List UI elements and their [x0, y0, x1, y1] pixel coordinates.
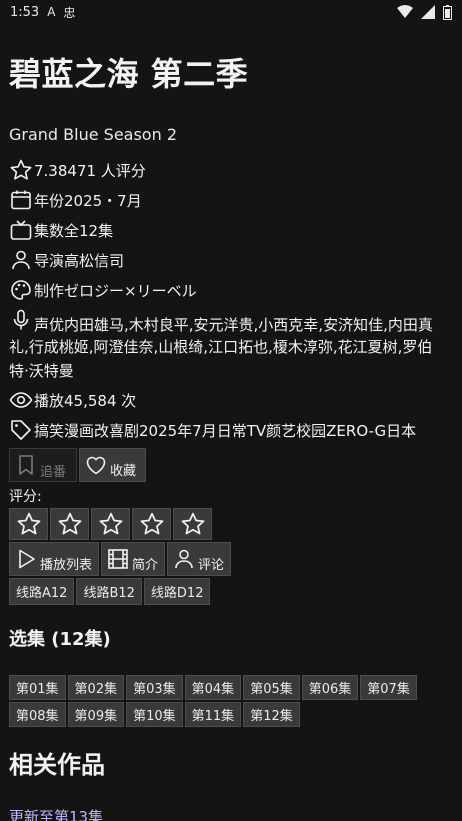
episode-button[interactable]: 第01集	[9, 675, 66, 700]
episode-button[interactable]: 第07集	[360, 675, 417, 700]
person-icon	[175, 549, 193, 569]
page-title: 碧蓝之海 第二季	[9, 55, 249, 93]
source-lines: 线路A12 线路B12 线路D12	[9, 578, 453, 605]
tab-playlist[interactable]: 播放列表	[9, 542, 100, 576]
meta-director: 导演高松信司	[9, 246, 453, 276]
rate-star-3[interactable]	[91, 508, 130, 540]
eye-icon	[9, 392, 33, 408]
star-outline-icon	[140, 512, 163, 535]
update-link[interactable]: 更新至第13集	[9, 806, 103, 821]
meta-tags: 搞笑漫画改喜剧2025年7月日常TV颜艺校园ZERO-G日本	[9, 416, 453, 446]
related-heading: 相关作品	[9, 751, 105, 779]
episode-button[interactable]: 第10集	[126, 702, 183, 727]
film-icon	[108, 549, 128, 569]
tab-playlist-label: 播放列表	[40, 557, 93, 573]
rating-text: 7.38471 人评分	[34, 162, 146, 180]
signal-icon	[421, 5, 435, 19]
episode-button[interactable]: 第05集	[243, 675, 300, 700]
follow-label: 追番	[40, 464, 67, 480]
episode-button[interactable]: 第09集	[67, 702, 125, 727]
calendar-icon	[11, 190, 31, 210]
bookmark-icon	[19, 455, 33, 475]
battery-icon	[443, 4, 452, 20]
line-a-button[interactable]: 线路A12	[9, 578, 75, 605]
meta-rating: 7.38471 人评分	[9, 156, 453, 186]
studio-text: 制作ゼロジー×リーベル	[34, 282, 197, 300]
rating-label: 评分:	[9, 489, 42, 505]
rating-stars	[9, 508, 453, 540]
star-outline-icon	[17, 512, 40, 535]
subtitle: Grand Blue Season 2	[9, 125, 177, 144]
plays-text: 播放45,584 次	[34, 392, 137, 410]
episode-button[interactable]: 第03集	[126, 675, 183, 700]
favorite-label: 收藏	[110, 463, 137, 479]
cast-line-3: 特·沃特曼	[9, 362, 74, 380]
status-bar: 1:53 A 忠	[0, 0, 462, 24]
tab-intro-label: 简介	[132, 557, 159, 573]
meta-plays: 播放45,584 次	[9, 386, 453, 416]
meta-year: 年份2025・7月	[9, 186, 453, 216]
microphone-icon	[13, 309, 29, 330]
tab-comments-label: 评论	[198, 557, 225, 573]
cast-line-1: 声优内田雄马,木村良平,安元洋贵,小西克幸,安济知佳,内田真	[34, 316, 433, 334]
person-icon	[12, 250, 30, 270]
palette-icon	[11, 280, 31, 300]
notification-icon-app: 忠	[63, 5, 76, 20]
episode-button[interactable]: 第06集	[301, 675, 359, 700]
play-icon	[19, 549, 35, 569]
meta-studio: 制作ゼロジー×リーベル	[9, 276, 453, 306]
episode-button[interactable]: 第02集	[67, 675, 125, 700]
meta-list: 7.38471 人评分 年份2025・7月 集数全12集 导演高松信司 制作ゼロ…	[9, 156, 453, 446]
notification-icon-a: A	[47, 5, 56, 19]
rate-star-1[interactable]	[9, 508, 48, 540]
star-outline-icon	[99, 512, 122, 535]
star-outline-icon	[10, 159, 32, 180]
favorite-button[interactable]: 收藏	[79, 448, 146, 482]
rate-star-4[interactable]	[132, 508, 171, 540]
year-text: 年份2025・7月	[34, 192, 142, 210]
wifi-icon	[397, 5, 413, 18]
meta-episodes: 集数全12集	[9, 216, 453, 246]
episode-list: 第01集 第02集 第03集 第04集 第05集 第06集 第07集 第08集 …	[9, 675, 439, 727]
episodes-text: 集数全12集	[34, 222, 114, 240]
line-b-button[interactable]: 线路B12	[76, 578, 142, 605]
detail-tabs: 播放列表 简介 评论	[9, 542, 453, 576]
meta-cast: 声优内田雄马,木村良平,安元洋贵,小西克幸,安济知佳,内田真 礼,行成桃姬,阿澄…	[9, 306, 453, 382]
rate-star-2[interactable]	[50, 508, 89, 540]
tab-comments[interactable]: 评论	[167, 542, 232, 576]
tab-intro[interactable]: 简介	[101, 542, 166, 576]
rate-star-5[interactable]	[173, 508, 212, 540]
director-text: 导演高松信司	[34, 252, 125, 270]
line-d-button[interactable]: 线路D12	[143, 578, 211, 605]
cast-line-2: 礼,行成桃姬,阿澄佳奈,山根绮,江口拓也,榎木淳弥,花江夏树,罗伯	[9, 338, 433, 356]
tags-text: 搞笑漫画改喜剧2025年7月日常TV颜艺校园ZERO-G日本	[34, 422, 417, 440]
tv-icon	[10, 220, 32, 240]
star-outline-icon	[58, 512, 81, 535]
episode-button[interactable]: 第08集	[9, 702, 66, 727]
follow-button[interactable]: 追番	[9, 448, 77, 482]
episodes-heading: 选集 (12集)	[9, 629, 111, 650]
star-outline-icon	[181, 512, 204, 535]
episode-button[interactable]: 第04集	[184, 675, 242, 700]
episode-button[interactable]: 第12集	[243, 702, 300, 727]
heart-icon	[86, 456, 106, 475]
episode-button[interactable]: 第11集	[184, 702, 242, 727]
clock: 1:53	[10, 4, 40, 20]
tag-icon	[11, 420, 31, 440]
